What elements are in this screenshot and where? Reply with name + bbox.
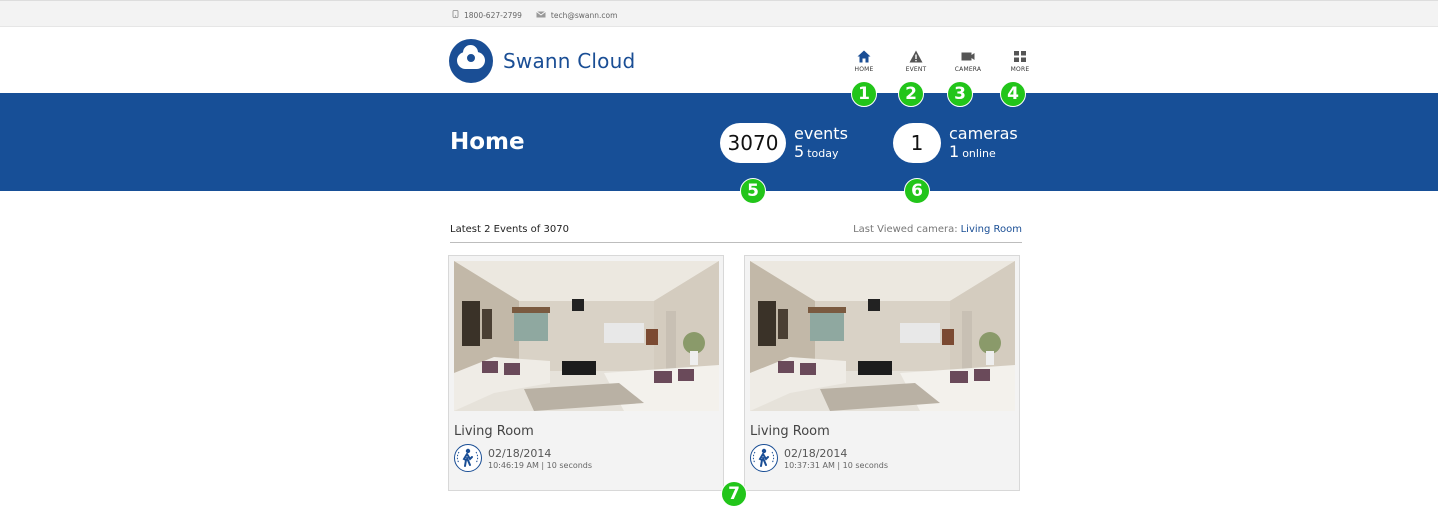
grid-icon bbox=[1014, 51, 1026, 62]
brand-logo-link[interactable]: Swann Cloud bbox=[449, 39, 635, 83]
motion-detection-icon bbox=[750, 444, 778, 472]
events-summary-text: events 5 today bbox=[794, 125, 848, 160]
last-viewed-camera-link[interactable]: Living Room bbox=[961, 224, 1022, 235]
nav-event-label: EVENT bbox=[905, 66, 927, 73]
event-date: 02/18/2014 bbox=[488, 447, 552, 460]
event-date: 02/18/2014 bbox=[784, 447, 848, 460]
event-card[interactable]: Living Room 02/18/2014 10:46:19 AM | 10 … bbox=[448, 255, 724, 491]
last-viewed-label: Last Viewed camera: bbox=[853, 224, 958, 235]
cameras-label: cameras bbox=[949, 124, 1018, 144]
cameras-summary[interactable]: 1 cameras 1 online bbox=[893, 123, 1018, 163]
annotation-badge: 2 bbox=[898, 81, 924, 107]
cameras-online-label: online bbox=[962, 147, 996, 160]
event-camera-name: Living Room bbox=[750, 424, 830, 439]
top-contact-bar: 1800-627-2799 tech@swann.com bbox=[0, 0, 1438, 27]
cameras-count-pill: 1 bbox=[893, 123, 941, 163]
page-title: Home bbox=[450, 129, 525, 155]
event-camera-name: Living Room bbox=[454, 424, 534, 439]
event-thumbnail[interactable] bbox=[454, 261, 719, 411]
events-count-pill: 3070 bbox=[720, 123, 786, 163]
contact-phone: 1800-627-2799 bbox=[464, 10, 522, 20]
annotation-badge: 5 bbox=[740, 178, 766, 204]
last-viewed-camera: Last Viewed camera: Living Room bbox=[853, 224, 1022, 235]
events-today-label: today bbox=[807, 147, 839, 160]
contact-email[interactable]: tech@swann.com bbox=[551, 11, 617, 20]
email-icon bbox=[536, 10, 546, 20]
warning-icon bbox=[909, 50, 923, 63]
event-thumbnail[interactable] bbox=[750, 261, 1015, 411]
living-room-snapshot-image bbox=[454, 261, 719, 411]
cameras-online-count: 1 bbox=[949, 142, 960, 161]
cameras-summary-text: cameras 1 online bbox=[949, 125, 1018, 160]
phone-icon bbox=[452, 10, 459, 20]
annotation-badge: 6 bbox=[904, 178, 930, 204]
annotation-badge: 7 bbox=[721, 481, 747, 507]
events-today-count: 5 bbox=[794, 142, 805, 161]
event-time-duration: 10:46:19 AM | 10 seconds bbox=[488, 461, 593, 470]
events-label: events bbox=[794, 124, 848, 144]
motion-detection-icon bbox=[454, 444, 482, 472]
nav-more-label: MORE bbox=[1010, 66, 1030, 73]
home-icon bbox=[857, 50, 871, 63]
living-room-snapshot-image bbox=[750, 261, 1015, 411]
annotation-badge: 3 bbox=[947, 81, 973, 107]
events-list-heading: Latest 2 Events of 3070 bbox=[450, 224, 569, 235]
annotation-badge: 1 bbox=[851, 81, 877, 107]
event-card[interactable]: Living Room 02/18/2014 10:37:31 AM | 10 … bbox=[744, 255, 1020, 491]
nav-camera-label: CAMERA bbox=[954, 66, 982, 73]
brand-name: Swann Cloud bbox=[503, 49, 636, 73]
home-banner: Home 3070 events 5 today 1 cameras 1 onlin… bbox=[0, 93, 1438, 191]
contact-info: 1800-627-2799 tech@swann.com bbox=[452, 10, 617, 20]
events-list-header: Latest 2 Events of 3070 Last Viewed came… bbox=[450, 222, 1022, 243]
nav-home[interactable]: HOME bbox=[838, 50, 890, 73]
event-time-duration: 10:37:31 AM | 10 seconds bbox=[784, 461, 889, 470]
nav-home-label: HOME bbox=[854, 66, 874, 73]
nav-camera[interactable]: CAMERA bbox=[942, 50, 994, 73]
events-summary[interactable]: 3070 events 5 today bbox=[720, 123, 848, 163]
nav-more[interactable]: MORE bbox=[994, 50, 1046, 73]
nav-event[interactable]: EVENT bbox=[890, 50, 942, 73]
annotation-badge: 4 bbox=[1000, 81, 1026, 107]
swann-logo-icon bbox=[449, 39, 493, 83]
main-nav: HOME EVENT CAMERA MORE bbox=[838, 50, 1046, 73]
camera-icon bbox=[961, 52, 975, 61]
